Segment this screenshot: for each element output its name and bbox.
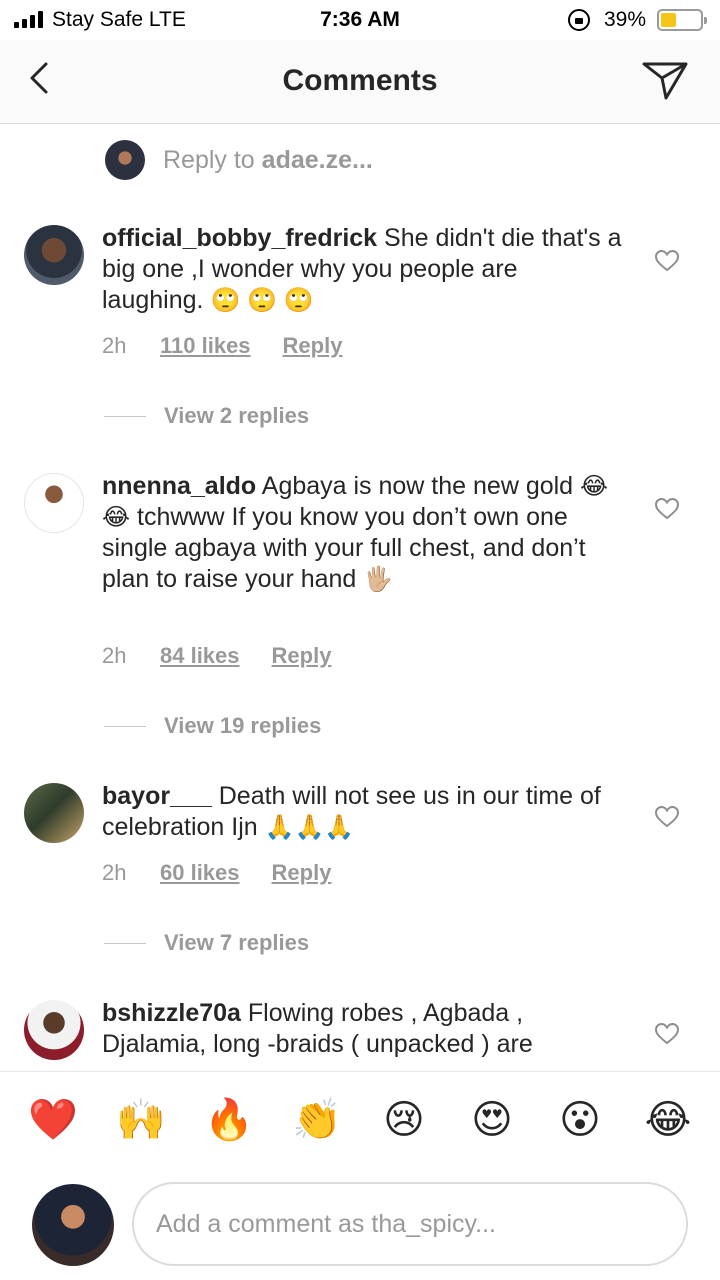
comment: bshizzle70a Flowing robes , Agbada , Dja… bbox=[0, 1000, 720, 1071]
comment-time: 2h bbox=[102, 333, 127, 358]
likes-link[interactable]: 60 likes bbox=[160, 860, 240, 886]
likes-link[interactable]: 84 likes bbox=[160, 643, 240, 669]
page-title: Comments bbox=[282, 64, 438, 97]
comments-header: Comments bbox=[0, 40, 720, 124]
reply-button[interactable]: Reply bbox=[272, 860, 332, 886]
divider bbox=[104, 415, 146, 417]
heart-icon[interactable] bbox=[654, 805, 680, 829]
comment-body: official_bobby_fredrick She didn't die t… bbox=[102, 223, 622, 316]
tears-of-joy-emoji-button[interactable]: 😂 bbox=[644, 1096, 692, 1144]
reply-prefix: Reply to bbox=[163, 145, 262, 174]
reply-button[interactable]: Reply bbox=[272, 643, 332, 669]
reply-username: adae.ze... bbox=[261, 145, 373, 174]
likes-link[interactable]: 110 likes bbox=[160, 333, 251, 359]
reply-to-label: Reply to adae.ze... bbox=[163, 146, 373, 175]
reply-button[interactable]: Reply bbox=[283, 333, 343, 359]
orientation-lock-icon bbox=[568, 9, 590, 31]
avatar[interactable] bbox=[24, 1000, 84, 1060]
divider bbox=[104, 725, 146, 727]
emoji-reaction-bar: ❤️ 🙌 🔥 👏 😢 😍 😮 😂 bbox=[0, 1071, 720, 1171]
comment-meta: 2h 84 likes Reply bbox=[102, 643, 331, 669]
comment-emoji: 🙏🙏🙏 bbox=[264, 814, 355, 841]
surprised-face-emoji-button[interactable]: 😮 bbox=[556, 1096, 604, 1144]
clapping-hands-emoji-button[interactable]: 👏 bbox=[292, 1096, 342, 1144]
comment-body: bayor___ Death will not see us in our ti… bbox=[102, 781, 622, 843]
comment-username[interactable]: official_bobby_fredrick bbox=[102, 224, 377, 252]
comment-input[interactable] bbox=[132, 1182, 688, 1266]
heart-icon[interactable] bbox=[654, 1022, 680, 1046]
reply-context[interactable]: Reply to adae.ze... bbox=[105, 140, 373, 180]
paper-plane-icon[interactable] bbox=[640, 56, 690, 104]
comment-username[interactable]: bshizzle70a bbox=[102, 1000, 241, 1027]
avatar bbox=[105, 140, 145, 180]
view-replies-label: View 19 replies bbox=[164, 713, 322, 738]
comment-meta: 2h 110 likes Reply bbox=[102, 333, 342, 359]
heart-icon[interactable] bbox=[654, 249, 680, 273]
view-replies-label: View 2 replies bbox=[164, 403, 310, 428]
comment-body: nnenna_aldo Agbaya is now the new gold 😂… bbox=[102, 471, 622, 595]
red-heart-emoji-button[interactable]: ❤️ bbox=[28, 1096, 78, 1144]
comment-emoji: 🖐🏼 bbox=[363, 566, 394, 593]
comment-composer bbox=[0, 1171, 720, 1280]
heart-eyes-emoji-button[interactable]: 😍 bbox=[468, 1096, 516, 1144]
fire-emoji-button[interactable]: 🔥 bbox=[204, 1096, 254, 1144]
comment-emoji: 🙄 🙄 🙄 bbox=[210, 287, 314, 314]
comment-body: bshizzle70a Flowing robes , Agbada , Dja… bbox=[102, 1000, 622, 1060]
divider bbox=[104, 942, 146, 944]
avatar[interactable] bbox=[24, 225, 84, 285]
comment-username[interactable]: bayor___ bbox=[102, 782, 212, 810]
view-replies-button[interactable]: View 2 replies bbox=[104, 403, 309, 429]
comment-text-continued: tchwww If you know you don’t own one sin… bbox=[102, 503, 586, 593]
view-replies-label: View 7 replies bbox=[164, 930, 310, 955]
battery-icon bbox=[657, 9, 707, 31]
comment-text: Agbaya is now the new gold bbox=[261, 472, 574, 500]
comment-time: 2h bbox=[102, 643, 127, 668]
raising-hands-emoji-button[interactable]: 🙌 bbox=[116, 1096, 166, 1144]
status-bar: Stay Safe LTE 7:36 AM 39% bbox=[0, 0, 720, 40]
heart-icon[interactable] bbox=[654, 497, 680, 521]
comment-time: 2h bbox=[102, 860, 127, 885]
crying-face-emoji-button[interactable]: 😢 bbox=[380, 1096, 428, 1144]
view-replies-button[interactable]: View 7 replies bbox=[104, 930, 309, 956]
avatar[interactable] bbox=[24, 783, 84, 843]
comment-meta: 2h 60 likes Reply bbox=[102, 860, 331, 886]
avatar[interactable] bbox=[24, 473, 84, 533]
avatar bbox=[32, 1184, 114, 1266]
battery-percent: 39% bbox=[604, 8, 647, 31]
view-replies-button[interactable]: View 19 replies bbox=[104, 713, 321, 739]
comment-username[interactable]: nnenna_aldo bbox=[102, 472, 256, 500]
